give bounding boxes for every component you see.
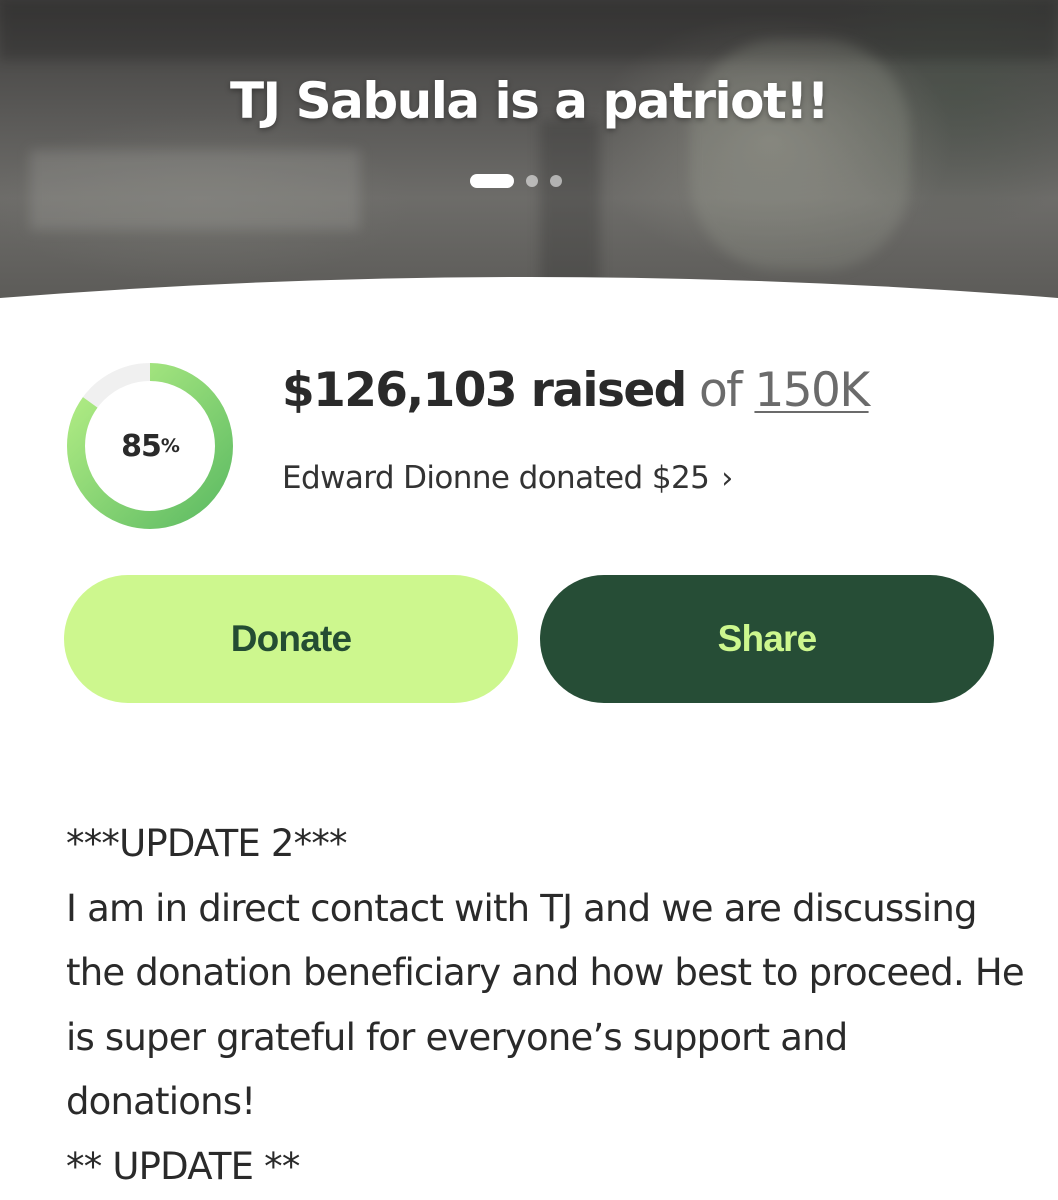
hero-shadow (0, 0, 1058, 60)
progress-percent-sign: % (160, 435, 180, 457)
story-update-2-heading: ***UPDATE 2*** (66, 822, 348, 865)
carousel-dot[interactable] (526, 175, 538, 187)
share-button[interactable]: Share (540, 575, 994, 703)
hero-image[interactable]: TJ Sabula is a patriot!! (0, 0, 1058, 330)
hero-blur-panel (30, 150, 360, 230)
amount-raised: $126,103 raised of 150K (282, 360, 870, 422)
raised-of-label: of (698, 363, 743, 418)
story-update-heading: ** UPDATE ** (66, 1144, 300, 1188)
progress-percent: 85% (64, 360, 236, 532)
fundraiser-story: ***UPDATE 2*** I am in direct contact wi… (66, 812, 1026, 1199)
recent-donation-link[interactable]: Edward Dionne donated $25 › (282, 454, 733, 503)
carousel-dot[interactable] (550, 175, 562, 187)
goal-amount-link[interactable]: 150K (754, 363, 870, 418)
fundraiser-page: TJ Sabula is a patriot!! 85% $126,103 ra… (0, 0, 1058, 1200)
recent-donation-text: Edward Dionne donated $25 (282, 460, 710, 496)
donate-button[interactable]: Donate (64, 575, 518, 703)
carousel-dot-active[interactable] (470, 174, 514, 188)
progress-percent-number: 85 (121, 428, 162, 464)
fundraiser-title: TJ Sabula is a patriot!! (229, 72, 830, 130)
story-paragraph: I am in direct contact with TJ and we ar… (66, 886, 1025, 1124)
carousel-indicator (470, 173, 562, 189)
progress-ring: 85% (64, 360, 236, 532)
raised-amount: $126,103 raised (282, 363, 687, 418)
chevron-right-icon: › (721, 461, 733, 496)
hero-curve-divider (0, 277, 1058, 330)
